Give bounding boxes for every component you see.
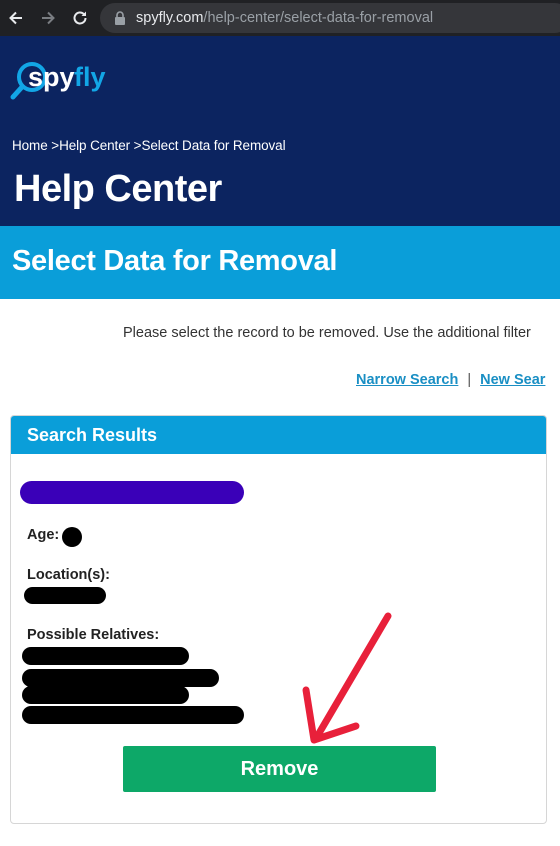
location-redacted bbox=[24, 587, 106, 604]
url-path: /help-center/select-data-for-removal bbox=[203, 10, 434, 26]
arrow-left-icon bbox=[9, 11, 22, 25]
remove-button[interactable]: Remove bbox=[123, 746, 436, 792]
age-label: Age: bbox=[27, 527, 60, 543]
section-title: Select Data for Removal bbox=[12, 245, 338, 277]
relative-redacted bbox=[22, 647, 189, 665]
address-bar[interactable]: spyfly.com/help-center/select-data-for-r… bbox=[100, 3, 560, 33]
site-header: spy fly Home >Help Center >Select Data f… bbox=[0, 36, 560, 226]
forward-button[interactable] bbox=[32, 0, 64, 36]
browser-toolbar: spyfly.com/help-center/select-data-for-r… bbox=[0, 0, 560, 36]
section-banner: Select Data for Removal bbox=[0, 226, 560, 299]
lock-icon bbox=[115, 11, 125, 25]
narrow-search-link[interactable]: Narrow Search bbox=[356, 372, 458, 388]
age-redacted bbox=[62, 527, 82, 547]
link-separator: | bbox=[467, 372, 472, 388]
logo-magnifier-icon: spy fly bbox=[10, 62, 106, 100]
page-title: Help Center bbox=[14, 168, 222, 210]
reload-icon bbox=[73, 11, 87, 25]
breadcrumb-separator: > bbox=[51, 138, 60, 153]
card-header: Search Results bbox=[11, 416, 546, 454]
intro-text: Please select the record to be removed. … bbox=[123, 325, 531, 341]
relative-redacted bbox=[22, 706, 244, 724]
breadcrumb-current: Select Data for Removal bbox=[141, 138, 286, 153]
spyfly-logo[interactable]: spy fly bbox=[10, 58, 130, 102]
relative-redacted bbox=[22, 669, 219, 687]
new-search-link[interactable]: New Sear bbox=[480, 372, 545, 388]
arrow-right-icon bbox=[42, 11, 55, 25]
filter-links: Narrow Search | New Sear bbox=[356, 372, 545, 388]
svg-text:spy: spy bbox=[28, 62, 75, 92]
card-title: Search Results bbox=[27, 424, 158, 445]
breadcrumb-help-center[interactable]: Help Center bbox=[59, 138, 130, 153]
relatives-label: Possible Relatives: bbox=[27, 627, 160, 643]
page: spyfly.com/help-center/select-data-for-r… bbox=[0, 0, 560, 846]
reload-button[interactable] bbox=[64, 0, 96, 36]
relative-redacted bbox=[22, 686, 189, 704]
svg-text:fly: fly bbox=[74, 62, 106, 92]
breadcrumb-home[interactable]: Home bbox=[12, 138, 48, 153]
breadcrumb: Home >Help Center >Select Data for Remov… bbox=[12, 138, 286, 153]
search-results-card: Search Results Age: Location(s): Possibl… bbox=[10, 415, 547, 824]
url-text: spyfly.com/help-center/select-data-for-r… bbox=[136, 10, 433, 26]
record-name-redacted[interactable] bbox=[20, 481, 244, 504]
url-domain: spyfly.com bbox=[136, 10, 204, 26]
back-button[interactable] bbox=[0, 0, 32, 36]
locations-label: Location(s): bbox=[27, 567, 110, 583]
